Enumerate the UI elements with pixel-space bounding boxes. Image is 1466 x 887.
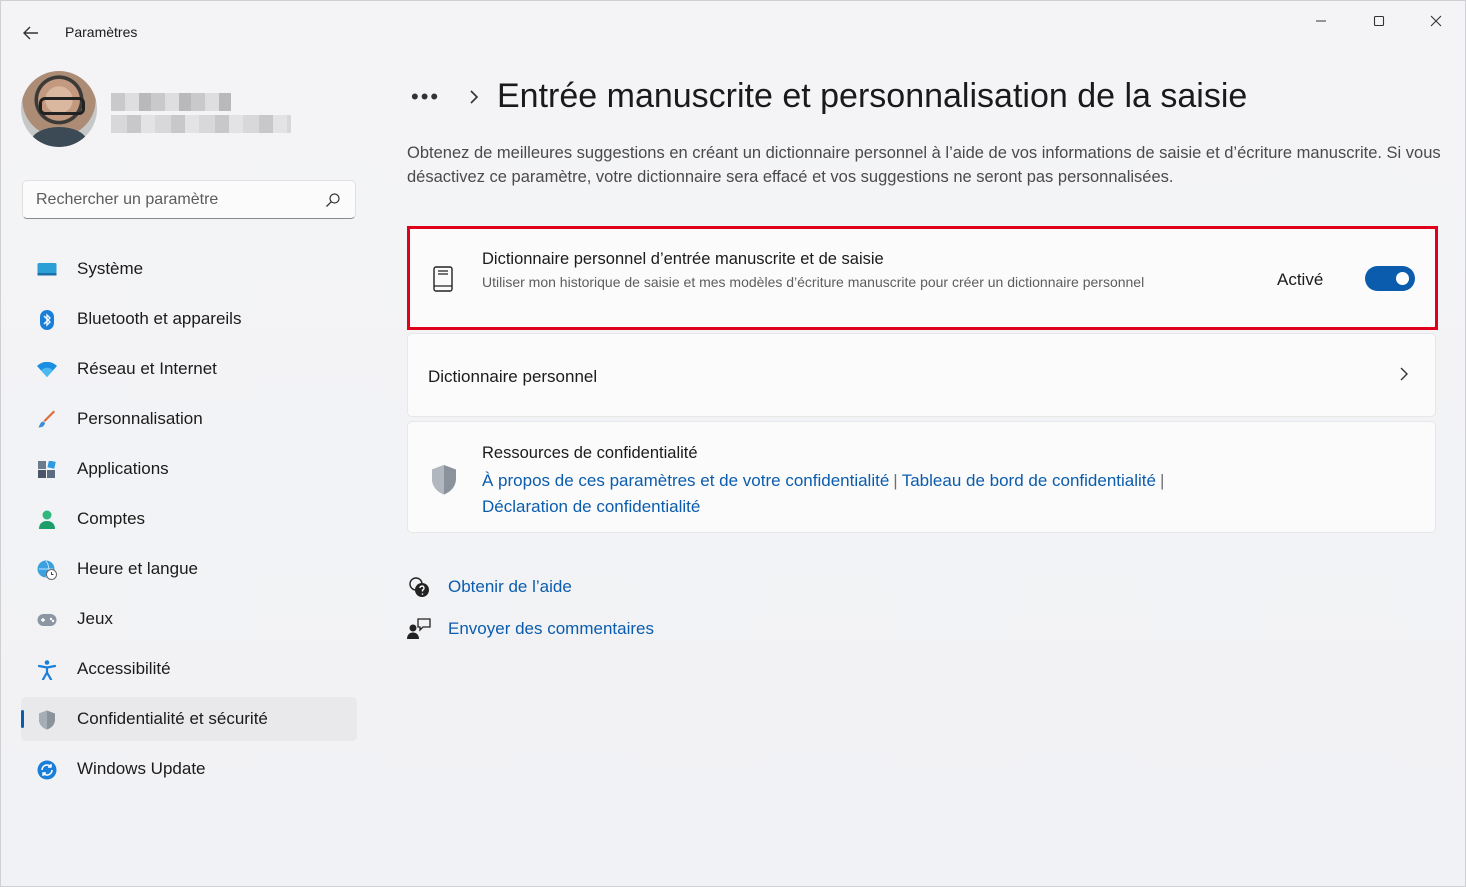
sidebar-item-label: Accessibilité (77, 659, 171, 678)
minimize-button[interactable] (1298, 5, 1344, 37)
user-profile[interactable] (21, 71, 291, 147)
sidebar-item-label: Confidentialité et sécurité (77, 709, 268, 728)
sidebar-item-windows-update[interactable]: Windows Update (21, 747, 357, 791)
monitor-icon (37, 261, 57, 279)
search-input[interactable] (36, 190, 316, 209)
privacy-links: À propos de ces paramètres et de votre c… (482, 468, 1242, 520)
bluetooth-icon (37, 310, 57, 330)
sidebar-item-reseau[interactable]: Réseau et Internet (21, 347, 357, 391)
sidebar-item-label: Jeux (77, 609, 113, 628)
globe-clock-icon (37, 560, 57, 580)
privacy-resources-card: Ressources de confidentialité À propos d… (407, 421, 1436, 533)
sidebar-item-label: Applications (77, 459, 169, 478)
sidebar-item-label: Système (77, 259, 144, 278)
breadcrumb: ••• Entrée manuscrite et personnalisatio… (411, 77, 1247, 116)
sidebar-item-label: Personnalisation (77, 409, 203, 428)
link-separator: | (893, 471, 898, 490)
sidebar-item-confidentialite[interactable]: Confidentialité et sécurité (21, 697, 357, 741)
shield-icon (432, 465, 456, 495)
feedback-icon (407, 618, 431, 639)
settings-window: Paramètres Système (0, 0, 1466, 887)
gamepad-icon (37, 611, 57, 629)
chevron-right-icon (1400, 367, 1408, 381)
get-help-row[interactable]: Obtenir de l’aide (407, 576, 572, 598)
privacy-statement-link[interactable]: Déclaration de confidentialité (482, 497, 700, 516)
search-icon[interactable] (325, 192, 341, 208)
breadcrumb-more-button[interactable]: ••• (411, 84, 451, 110)
get-help-link[interactable]: Obtenir de l’aide (448, 577, 572, 597)
back-button[interactable] (15, 17, 47, 49)
apps-icon (37, 461, 57, 479)
book-icon (433, 266, 453, 292)
privacy-title: Ressources de confidentialité (482, 444, 698, 462)
sidebar-nav: Système Bluetooth et appareils Réseau et… (21, 247, 357, 797)
accessibility-icon (37, 660, 57, 680)
sidebar-item-systeme[interactable]: Système (21, 247, 357, 291)
maximize-button[interactable] (1356, 5, 1402, 37)
search-box (22, 180, 356, 219)
sidebar-item-label: Comptes (77, 509, 146, 528)
avatar (21, 71, 97, 147)
sidebar-item-applications[interactable]: Applications (21, 447, 357, 491)
personal-dictionary-card[interactable]: Dictionnaire personnel (407, 333, 1436, 417)
toggle-card-title: Dictionnaire personnel d’entrée manuscri… (482, 250, 884, 268)
sidebar-item-jeux[interactable]: Jeux (21, 597, 357, 641)
send-feedback-link[interactable]: Envoyer des commentaires (448, 619, 654, 639)
sidebar-item-label: Windows Update (77, 759, 206, 778)
arrow-left-icon (23, 26, 38, 40)
sidebar-item-label: Réseau et Internet (77, 359, 217, 378)
title-bar: Paramètres (1, 1, 1465, 45)
sidebar-item-heure-langue[interactable]: Heure et langue (21, 547, 357, 591)
toggle-state-label: Activé (1277, 270, 1324, 289)
minimize-icon (1316, 20, 1326, 22)
page-description: Obtenez de meilleures suggestions en cré… (407, 144, 1441, 186)
sidebar-item-accessibilite[interactable]: Accessibilité (21, 647, 357, 691)
profile-name-blurred (111, 93, 231, 111)
sidebar-item-label: Heure et langue (77, 559, 198, 578)
update-icon (37, 760, 57, 780)
sidebar-item-label: Bluetooth et appareils (77, 309, 242, 328)
privacy-dashboard-link[interactable]: Tableau de bord de confidentialité (902, 471, 1156, 490)
close-button[interactable] (1413, 5, 1459, 37)
shield-icon (37, 710, 57, 730)
privacy-settings-link[interactable]: À propos de ces paramètres et de votre c… (482, 471, 889, 490)
sidebar-item-bluetooth[interactable]: Bluetooth et appareils (21, 297, 357, 341)
link-separator: | (1159, 471, 1165, 490)
app-title: Paramètres (65, 24, 138, 40)
brush-icon (37, 410, 57, 429)
toggle-card-subtitle: Utiliser mon historique de saisie et mes… (482, 274, 1145, 290)
person-icon (37, 510, 57, 529)
sidebar-item-personnalisation[interactable]: Personnalisation (21, 397, 357, 441)
feedback-row[interactable]: Envoyer des commentaires (407, 618, 654, 640)
page-title: Entrée manuscrite et personnalisation de… (497, 77, 1248, 115)
close-icon (1430, 15, 1442, 27)
personal-dictionary-toggle[interactable] (1365, 266, 1415, 291)
maximize-icon (1373, 15, 1385, 27)
sidebar-item-comptes[interactable]: Comptes (21, 497, 357, 541)
personal-dictionary-toggle-card: Dictionnaire personnel d’entrée manuscri… (407, 227, 1436, 329)
dictionary-label: Dictionnaire personnel (428, 367, 598, 386)
help-chat-icon (409, 577, 429, 597)
wifi-icon (37, 361, 57, 379)
chevron-right-icon (470, 89, 479, 104)
profile-email-blurred (111, 115, 291, 133)
toggle-knob (1396, 272, 1409, 285)
